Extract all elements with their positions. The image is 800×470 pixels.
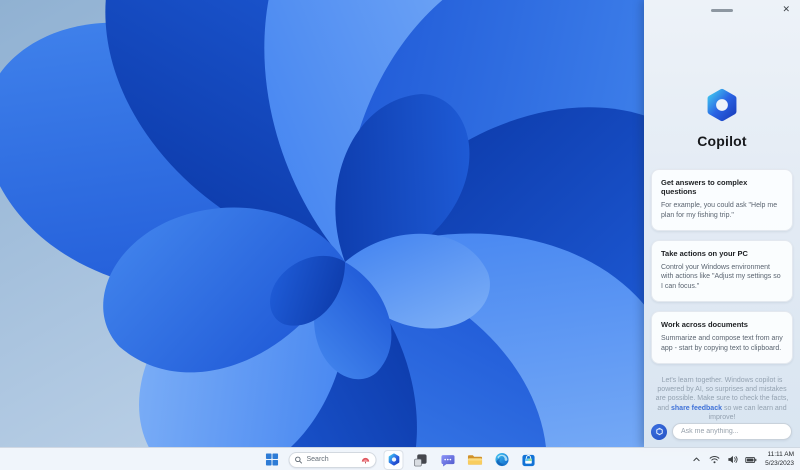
chat-icon: [441, 454, 455, 467]
copilot-logo-icon: [707, 88, 737, 122]
ask-input[interactable]: [672, 423, 792, 440]
clock[interactable]: 11:11 AM 5/23/2023: [765, 451, 796, 467]
copilot-logo: [644, 86, 800, 124]
clock-time: 11:11 AM: [767, 451, 795, 459]
search-highlight-icon: [361, 457, 370, 463]
card-body: Control your Windows environment with ac…: [661, 263, 781, 291]
search-label: Search: [306, 456, 329, 463]
share-feedback-link[interactable]: share feedback: [671, 405, 722, 412]
suggestion-cards: Get answers to complex questions For exa…: [644, 169, 800, 373]
system-tray: 11:11 AM 5/23/2023: [690, 448, 796, 470]
wifi-icon: [709, 456, 720, 464]
card-body: Summarize and compose text from any app …: [661, 334, 783, 352]
copilot-mini-icon: [655, 427, 663, 436]
card-work-across-documents: Work across documents Summarize and comp…: [651, 310, 793, 364]
task-view-button[interactable]: [411, 450, 431, 470]
edge-button[interactable]: [492, 450, 512, 470]
search-box[interactable]: Search: [288, 451, 377, 468]
file-explorer-icon: [467, 455, 482, 465]
copilot-submit-button[interactable]: [651, 423, 667, 440]
card-title: Work across documents: [661, 319, 748, 329]
volume-button[interactable]: [726, 452, 739, 468]
card-title: Get answers to complex questions: [661, 178, 748, 196]
copilot-panel: ✕ Copilot Get answers to complex questio…: [644, 0, 800, 447]
copilot-taskbar-icon: [388, 453, 399, 466]
panel-title: Copilot: [697, 133, 747, 149]
card-take-actions: Take actions on your PC Control your Win…: [651, 239, 793, 302]
close-icon[interactable]: ✕: [782, 3, 790, 15]
panel-titlebar: ✕: [644, 0, 800, 18]
windows-logo-icon: [265, 453, 278, 466]
start-button[interactable]: [262, 450, 282, 470]
chat-button[interactable]: [438, 450, 458, 470]
card-title: Take actions on your PC: [661, 248, 748, 258]
clock-date: 5/23/2023: [765, 459, 794, 467]
chevron-up-icon: [693, 457, 700, 462]
taskbar-copilot-button[interactable]: [383, 449, 404, 470]
task-view-icon: [414, 453, 427, 466]
taskbar: Search 11:11 AM 5/23/2023: [0, 447, 800, 470]
disclaimer-text: Let's learn together. Windows copilot is…: [644, 376, 800, 423]
desktop-screen: ✕ Copilot Get answers to complex questio…: [0, 0, 800, 470]
wifi-button[interactable]: [708, 452, 721, 468]
ask-anything-bar: [644, 423, 800, 447]
file-explorer-button[interactable]: [465, 450, 485, 470]
battery-icon: [744, 456, 756, 463]
battery-button[interactable]: [744, 452, 757, 468]
edge-icon: [494, 452, 509, 467]
store-icon: [522, 454, 535, 466]
search-icon: [295, 456, 303, 464]
speaker-icon: [728, 455, 738, 464]
card-body: For example, you could ask "Help me plan…: [661, 202, 778, 219]
card-get-answers: Get answers to complex questions For exa…: [651, 169, 793, 231]
taskbar-center: Search: [262, 448, 539, 470]
store-button[interactable]: [519, 450, 539, 470]
hidden-icons-button[interactable]: [690, 452, 703, 468]
drag-handle[interactable]: [711, 9, 733, 12]
